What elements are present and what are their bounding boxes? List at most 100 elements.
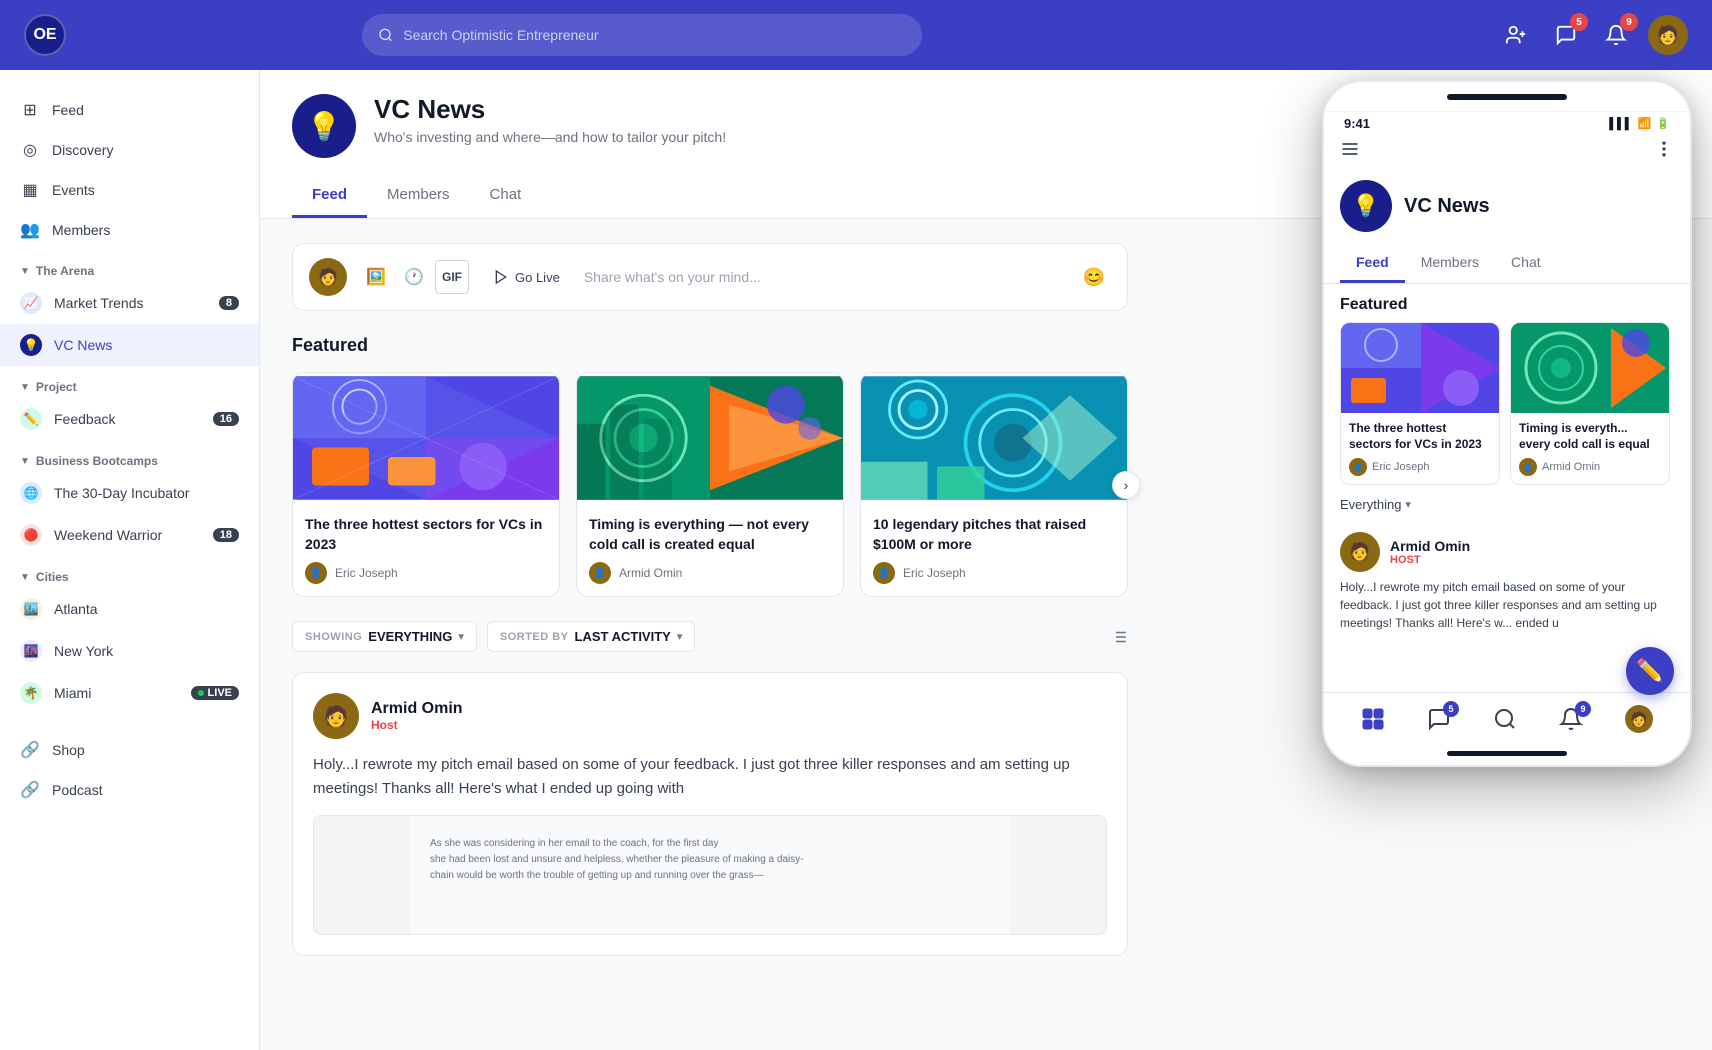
messages-button[interactable]: 5 (1548, 17, 1584, 53)
phone-filter-label: Everything (1340, 497, 1401, 512)
featured-title: Featured (292, 335, 1128, 356)
featured-card-2-body: Timing is everything — not every cold ca… (577, 503, 843, 596)
tab-feed[interactable]: Feed (292, 174, 367, 218)
sorted-chevron: ▾ (677, 630, 683, 643)
group-info: VC News Who's investing and where—and ho… (374, 94, 726, 145)
signal-bars-icon: ▌▌▌ (1609, 118, 1632, 130)
carousel-next-button[interactable]: › (1112, 471, 1140, 499)
atlanta-icon: 🏙️ (20, 598, 42, 620)
sorted-filter[interactable]: SORTED BY LAST ACTIVITY ▾ (487, 621, 696, 652)
phone-fab-button[interactable]: ✏️ (1626, 647, 1674, 695)
market-trends-badge: 8 (219, 296, 239, 310)
bootcamps-chevron: ▼ (20, 456, 30, 467)
sidebar-item-events[interactable]: ▦ Events (0, 170, 259, 210)
section-the-arena[interactable]: ▼ The Arena (0, 250, 259, 282)
phone-home-button[interactable] (1361, 707, 1385, 731)
app-logo[interactable]: OE (24, 14, 66, 56)
phone-tab-feed[interactable]: Feed (1340, 244, 1405, 283)
sidebar-item-shop[interactable]: 🔗 Shop (0, 730, 259, 770)
featured-card-2[interactable]: Timing is everything — not every cold ca… (576, 372, 844, 597)
shop-icon: 🔗 (20, 740, 40, 760)
phone-messages-button[interactable]: 5 (1427, 707, 1451, 731)
sidebar-item-members[interactable]: 👥 Members (0, 210, 259, 250)
phone-card-1-title: The three hottest sectors for VCs in 202… (1349, 421, 1491, 452)
phone-post-host: HOST (1390, 554, 1470, 566)
sidebar-item-new-york[interactable]: 🌆 New York (0, 630, 259, 672)
post-item: 🧑 Armid Omin Host Holy...I rewrote my pi… (292, 672, 1128, 956)
phone-notifications-button[interactable]: 9 (1559, 707, 1583, 731)
featured-card-3[interactable]: 10 legendary pitches that raised $100M o… (860, 372, 1128, 597)
go-live-button[interactable]: Go Live (481, 263, 572, 291)
go-live-icon (493, 269, 509, 285)
svg-text:she had been lost and unsure a: she had been lost and unsure and helples… (430, 854, 804, 865)
phone-group-logo: 💡 (1340, 180, 1392, 232)
feedback-badge: 16 (213, 412, 239, 426)
phone-featured-cards: The three hottest sectors for VCs in 202… (1324, 322, 1690, 497)
post-attached-image: As she was considering in her email to t… (313, 815, 1107, 935)
image-tool-button[interactable]: 🖼️ (359, 260, 393, 294)
vc-news-icon: 💡 (20, 334, 42, 356)
add-friend-button[interactable] (1498, 17, 1534, 53)
section-cities[interactable]: ▼ Cities (0, 556, 259, 588)
search-bar[interactable] (362, 14, 922, 56)
feed-icon: ⊞ (20, 100, 40, 120)
phone-tab-members[interactable]: Members (1405, 244, 1495, 283)
emoji-button[interactable]: 😊 (1077, 260, 1111, 294)
sidebar-item-30day[interactable]: 🌐 The 30-Day Incubator (0, 472, 259, 514)
sidebar-item-feedback[interactable]: ✏️ Feedback 16 (0, 398, 259, 440)
phone-card-2-body: Timing is everyth... every cold call is … (1511, 413, 1669, 484)
notifications-button[interactable]: 9 (1598, 17, 1634, 53)
gif-tool-button[interactable]: GIF (435, 260, 469, 294)
tab-chat[interactable]: Chat (470, 174, 542, 218)
phone-profile-button[interactable]: 🧑 (1625, 705, 1653, 733)
phone-tab-chat[interactable]: Chat (1495, 244, 1557, 283)
featured-card-3-image (861, 373, 1127, 503)
view-toggle-button[interactable] (1110, 628, 1128, 646)
sidebar-item-vc-news[interactable]: 💡 VC News (0, 324, 259, 366)
market-trends-icon: 📈 (20, 292, 42, 314)
tab-members[interactable]: Members (367, 174, 470, 218)
section-project[interactable]: ▼ Project (0, 366, 259, 398)
group-name: VC News (374, 94, 726, 125)
showing-filter[interactable]: SHOWING EVERYTHING ▾ (292, 621, 477, 652)
post-composer: 🧑 🖼️ 🕐 GIF Go Live Share what's on your … (292, 243, 1128, 311)
sidebar-item-miami[interactable]: 🌴 Miami LIVE (0, 672, 259, 714)
featured-card-1-body: The three hottest sectors for VCs in 202… (293, 503, 559, 596)
miami-live-badge: LIVE (191, 686, 239, 700)
phone-card-2-image (1511, 323, 1669, 413)
sidebar-item-discovery[interactable]: ◎ Discovery (0, 130, 259, 170)
section-bootcamps[interactable]: ▼ Business Bootcamps (0, 440, 259, 472)
phone-card-1-author: 👤 Eric Joseph (1349, 458, 1491, 476)
phone-status-bar: 9:41 ▌▌▌ 📶 🔋 (1324, 112, 1690, 131)
featured-card-1-image (293, 373, 559, 503)
phone-filter[interactable]: Everything ▾ (1324, 497, 1690, 522)
svg-text:As she was considering in her: As she was considering in her email to t… (430, 838, 718, 849)
featured-card-1-title: The three hottest sectors for VCs in 202… (305, 515, 547, 554)
sidebar-item-weekend[interactable]: 🔴 Weekend Warrior 18 (0, 514, 259, 556)
sidebar-item-podcast[interactable]: 🔗 Podcast (0, 770, 259, 810)
phone-featured-card-2[interactable]: Timing is everyth... every cold call is … (1510, 322, 1670, 485)
sidebar-item-feed[interactable]: ⊞ Feed (0, 90, 259, 130)
featured-card-3-author: 👤 Eric Joseph (873, 562, 1115, 584)
phone-more-button[interactable] (1654, 139, 1674, 164)
time-tool-button[interactable]: 🕐 (397, 260, 431, 294)
sidebar-item-atlanta[interactable]: 🏙️ Atlanta (0, 588, 259, 630)
card-2-author-avatar: 👤 (589, 562, 611, 584)
composer-tools: 🖼️ 🕐 GIF (359, 260, 469, 294)
phone-search-button[interactable] (1493, 707, 1517, 731)
featured-cards: The three hottest sectors for VCs in 202… (292, 372, 1128, 597)
phone-card-2-avatar: 👤 (1519, 458, 1537, 476)
user-avatar[interactable]: 🧑 (1648, 15, 1688, 55)
sidebar-item-market-trends[interactable]: 📈 Market Trends 8 (0, 282, 259, 324)
showing-value: EVERYTHING (368, 629, 452, 644)
cities-chevron: ▼ (20, 572, 30, 583)
svg-text:chain would be worth the troub: chain would be worth the trouble of gett… (430, 870, 764, 881)
search-input[interactable] (403, 27, 906, 43)
phone-menu-button[interactable] (1340, 139, 1360, 164)
post-host-badge: Host (371, 718, 463, 732)
phone-bottombar: 5 9 🧑 (1324, 692, 1690, 741)
phone-featured-card-1[interactable]: The three hottest sectors for VCs in 202… (1340, 322, 1500, 485)
featured-card-1[interactable]: The three hottest sectors for VCs in 202… (292, 372, 560, 597)
discovery-icon: ◎ (20, 140, 40, 160)
composer-placeholder[interactable]: Share what's on your mind... (584, 269, 1065, 285)
